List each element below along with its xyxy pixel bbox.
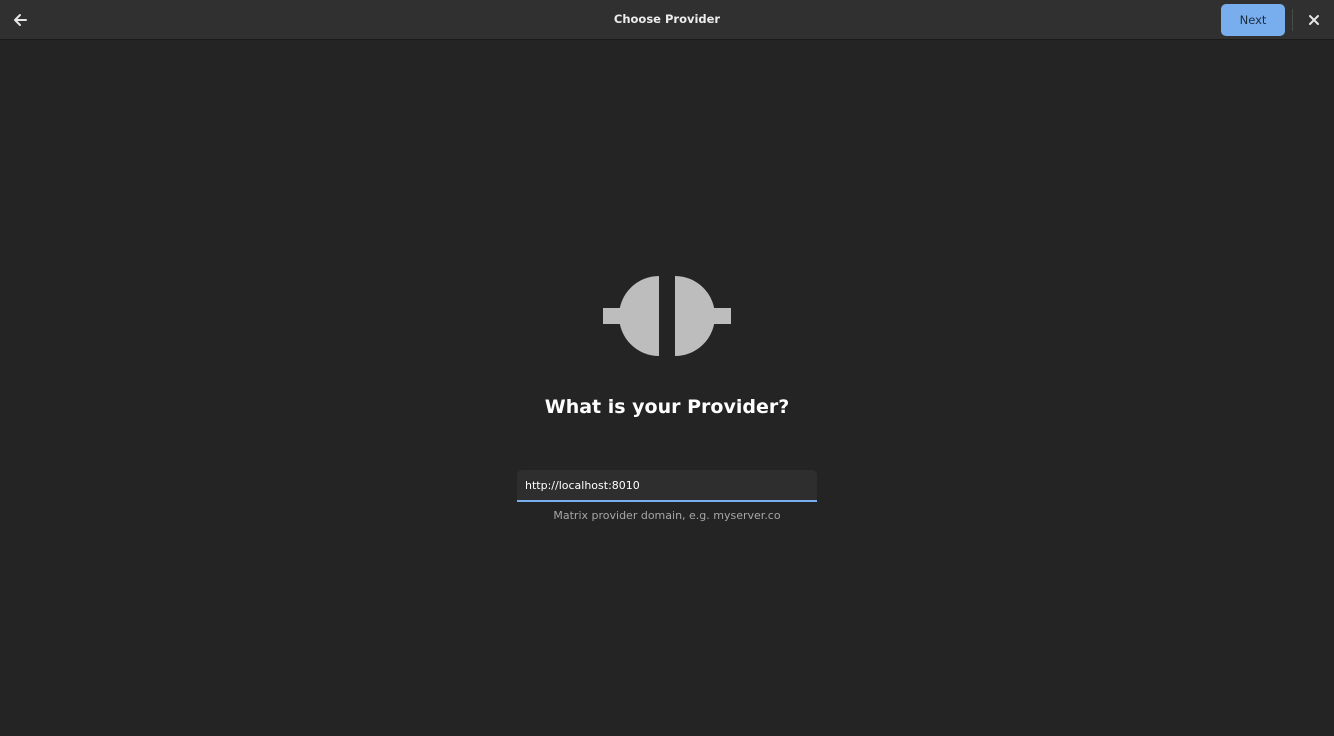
close-button[interactable] xyxy=(1300,6,1328,34)
app-window: Choose Provider Next What is your Provid… xyxy=(0,0,1334,736)
provider-input[interactable] xyxy=(517,470,817,500)
header-separator xyxy=(1292,9,1293,31)
provider-plug-icon xyxy=(603,276,731,356)
provider-helper-text: Matrix provider domain, e.g. myserver.co xyxy=(553,509,781,522)
page-heading: What is your Provider? xyxy=(544,396,790,418)
close-icon xyxy=(1309,15,1319,25)
back-button[interactable] xyxy=(4,4,36,36)
window-title: Choose Provider xyxy=(613,12,721,26)
arrow-left-icon xyxy=(14,14,27,26)
headerbar: Choose Provider Next xyxy=(0,0,1334,40)
provider-input-container xyxy=(517,470,817,502)
next-button[interactable]: Next xyxy=(1221,4,1285,36)
